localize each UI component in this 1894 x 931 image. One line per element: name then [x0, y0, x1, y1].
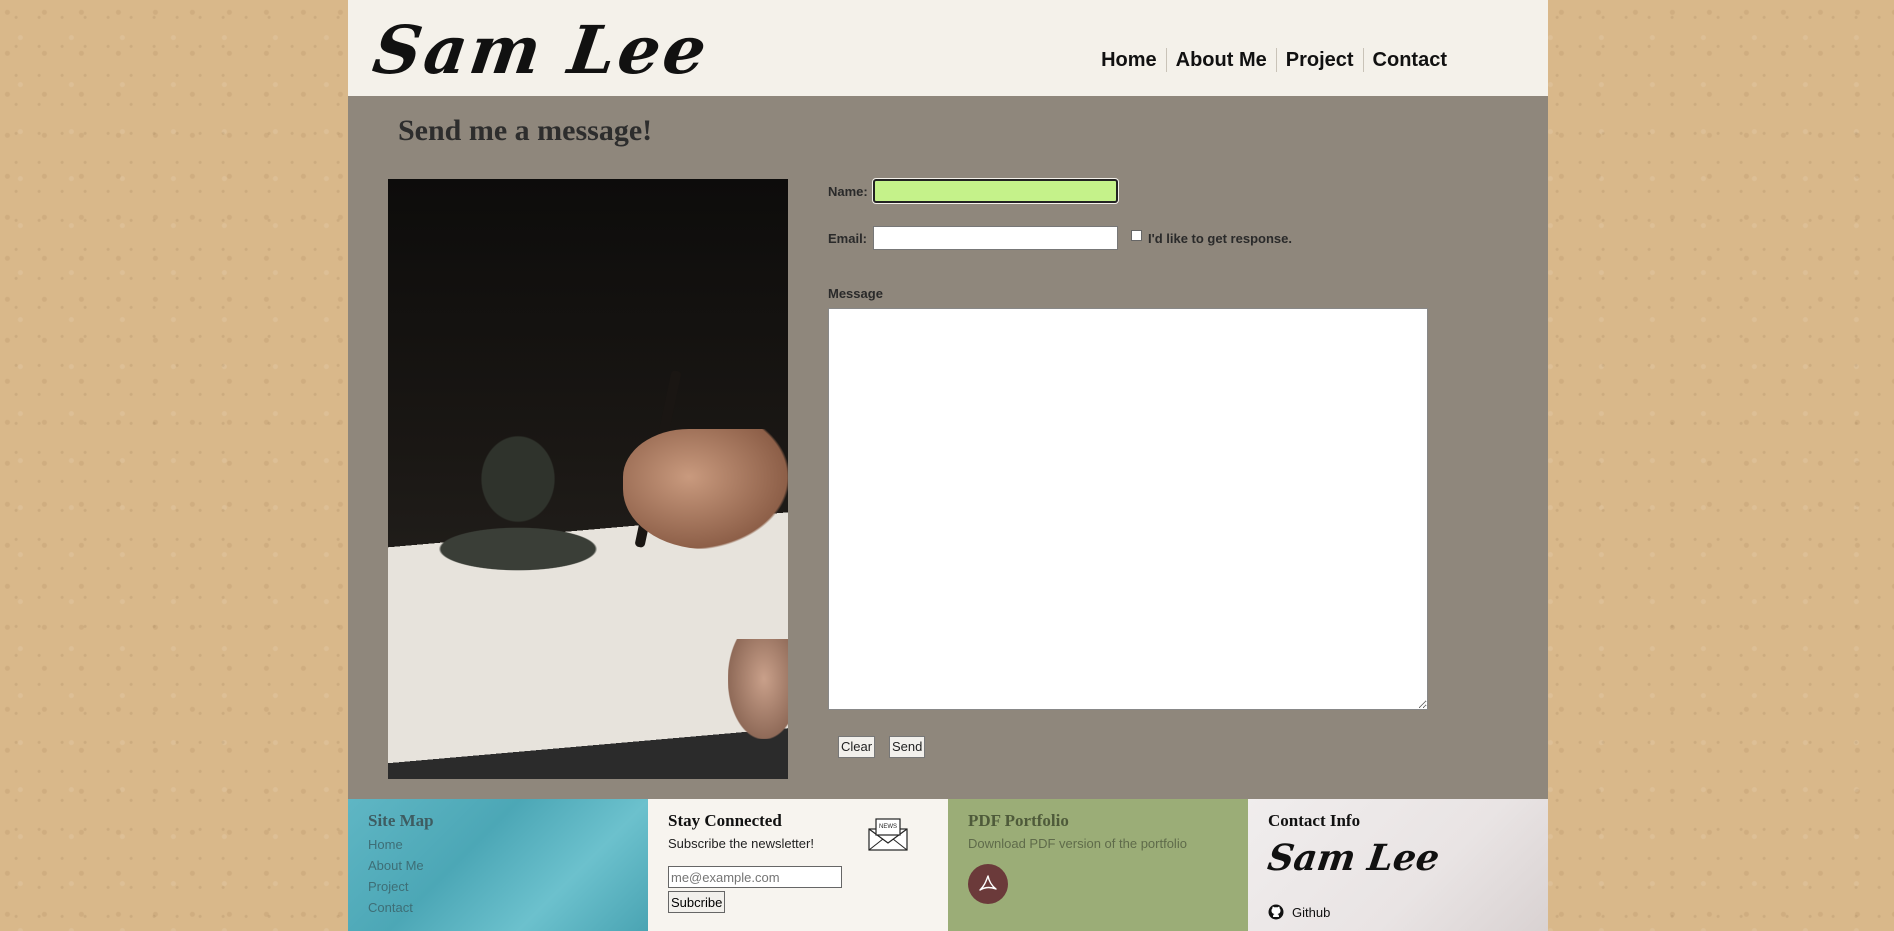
- sitemap-link-contact[interactable]: Contact: [368, 900, 413, 915]
- site-footer: Site Map Home About Me Project Contact S…: [348, 799, 1548, 931]
- email-input[interactable]: [873, 226, 1118, 250]
- site-header: Sam Lee Home About Me Project Contact: [348, 0, 1548, 96]
- footer-contact-info: Contact Info Sam Lee Github: [1248, 799, 1548, 931]
- nav-project[interactable]: Project: [1275, 48, 1363, 72]
- subscribe-button[interactable]: Subcribe: [668, 891, 726, 913]
- pdf-portfolio-title: PDF Portfolio: [968, 811, 1069, 830]
- message-textarea[interactable]: [828, 308, 1428, 710]
- footer-pdf-portfolio: PDF Portfolio Download PDF version of th…: [948, 799, 1248, 931]
- message-label: Message: [828, 286, 883, 301]
- name-input[interactable]: [873, 179, 1118, 203]
- footer-logo: Sam Lee: [1265, 837, 1443, 879]
- email-label: Email:: [828, 231, 868, 246]
- nav-about-me[interactable]: About Me: [1165, 48, 1276, 72]
- acrobat-icon: [979, 875, 997, 891]
- newsletter-icon-text: NEWS: [879, 824, 897, 830]
- send-button[interactable]: Send: [889, 736, 926, 758]
- page-container: Sam Lee Home About Me Project Contact Se…: [348, 0, 1548, 931]
- main-nav: Home About Me Project Contact: [1092, 48, 1456, 72]
- contact-info-title: Contact Info: [1268, 811, 1361, 830]
- newsletter-email-input[interactable]: [668, 866, 842, 888]
- nav-home[interactable]: Home: [1092, 48, 1166, 72]
- response-checkbox[interactable]: [1131, 230, 1142, 241]
- pdf-download-icon[interactable]: [968, 864, 1008, 904]
- footer-sitemap: Site Map Home About Me Project Contact: [348, 799, 648, 931]
- photo-hand: [623, 429, 788, 549]
- stay-connected-title: Stay Connected: [668, 811, 782, 830]
- sitemap-title: Site Map: [368, 811, 434, 830]
- github-link[interactable]: Github: [1268, 904, 1330, 920]
- page-title: Send me a message!: [398, 114, 653, 147]
- sitemap-link-home[interactable]: Home: [368, 837, 403, 852]
- sitemap-link-project[interactable]: Project: [368, 879, 408, 894]
- pdf-portfolio-text: Download PDF version of the portfolio: [968, 836, 1187, 851]
- name-label: Name:: [828, 184, 868, 199]
- github-label: Github: [1292, 904, 1331, 920]
- nav-contact[interactable]: Contact: [1362, 48, 1456, 72]
- response-checkbox-label: I'd like to get response.: [1148, 231, 1292, 246]
- clear-button[interactable]: Clear: [838, 736, 876, 758]
- newsletter-envelope-icon: NEWS: [868, 818, 908, 851]
- footer-stay-connected: Stay Connected Subscribe the newsletter!…: [648, 799, 948, 931]
- github-icon: [1268, 904, 1284, 920]
- site-logo[interactable]: Sam Lee: [369, 11, 715, 89]
- writing-photo: [388, 179, 788, 779]
- newsletter-text: Subscribe the newsletter!: [668, 836, 814, 851]
- sitemap-link-about-me[interactable]: About Me: [368, 858, 424, 873]
- photo-hand-2: [728, 639, 788, 739]
